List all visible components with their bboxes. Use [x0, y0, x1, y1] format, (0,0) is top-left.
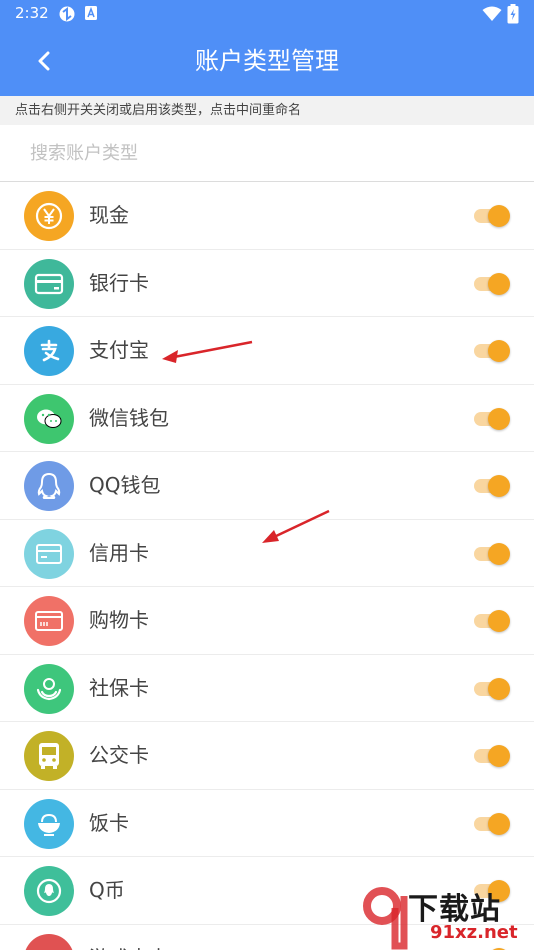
list-item-cash: 现金 — [0, 182, 534, 250]
app-notification-icon — [84, 5, 98, 25]
credit-card-icon — [36, 543, 62, 564]
wechat-icon — [37, 409, 62, 428]
enable-toggle[interactable] — [474, 272, 510, 296]
bus-icon-circle — [24, 731, 74, 781]
search-bar — [0, 125, 534, 182]
account-label[interactable]: Q币 — [89, 857, 125, 924]
enable-toggle[interactable] — [474, 744, 510, 768]
wifi-icon — [482, 6, 502, 26]
wechat-icon-circle — [24, 393, 74, 444]
bus-icon — [39, 743, 59, 769]
shopping-card-icon — [35, 611, 63, 631]
account-type-list: 现金 银行卡 支付宝 微信钱包 QQ钱包 信用卡 购物卡 社保卡 公交卡 饭卡 … — [0, 182, 534, 950]
qcoin-icon-circle — [24, 866, 74, 916]
account-label[interactable]: 社保卡 — [89, 655, 149, 722]
enable-toggle[interactable] — [474, 542, 510, 566]
account-label[interactable]: 公交卡 — [89, 722, 149, 789]
list-item-qq-wallet: QQ钱包 — [0, 452, 534, 520]
account-label[interactable]: 信用卡 — [89, 520, 149, 587]
alipay-icon — [40, 339, 60, 362]
list-item-bus-card: 公交卡 — [0, 722, 534, 790]
account-label[interactable]: 微信钱包 — [89, 385, 169, 452]
qcoin-icon — [36, 878, 62, 904]
account-label[interactable]: QQ钱包 — [89, 452, 160, 519]
account-label[interactable]: 银行卡 — [89, 250, 149, 317]
account-label[interactable]: 购物卡 — [89, 587, 149, 654]
battery-icon — [507, 4, 519, 28]
account-label[interactable]: 游戏点卡 — [89, 925, 169, 950]
bank-card-icon — [34, 273, 64, 294]
watermark-site: 91xz.net — [430, 922, 518, 943]
enable-toggle[interactable] — [474, 609, 510, 633]
search-input[interactable] — [0, 125, 534, 181]
account-label[interactable]: 饭卡 — [89, 790, 129, 857]
status-time: 2:32 — [15, 4, 49, 22]
meal-bowl-icon — [38, 813, 60, 836]
sync-status-icon — [58, 5, 76, 27]
list-item-shopping-card: 购物卡 — [0, 587, 534, 655]
status-bar: 2:32 — [0, 0, 534, 28]
list-item-alipay: 支付宝 — [0, 317, 534, 385]
cash-icon-circle — [24, 191, 74, 241]
usage-hint: 点击右侧开关关闭或启用该类型，点击中间重命名 — [0, 96, 534, 125]
shopping-card-icon-circle — [24, 596, 74, 646]
chevron-left-icon — [38, 51, 50, 71]
account-label[interactable]: 现金 — [89, 182, 129, 249]
bank-card-icon-circle — [24, 258, 74, 309]
enable-toggle[interactable] — [474, 474, 510, 498]
enable-toggle[interactable] — [474, 339, 510, 363]
enable-toggle[interactable] — [474, 407, 510, 431]
alipay-icon-circle — [24, 326, 74, 376]
app-bar: 2:32 账户类型管理 — [0, 0, 534, 96]
meal-bowl-icon-circle — [24, 798, 74, 849]
enable-toggle[interactable] — [474, 812, 510, 836]
back-button[interactable] — [24, 44, 64, 78]
enable-toggle[interactable] — [474, 677, 510, 701]
list-item-wechat-wallet: 微信钱包 — [0, 385, 534, 452]
game-card-icon-circle — [24, 933, 74, 950]
list-item-social-security-card: 社保卡 — [0, 655, 534, 722]
watermark: 下载站 91xz.net — [362, 884, 534, 950]
list-item-bank-card: 银行卡 — [0, 250, 534, 317]
list-item-credit-card: 信用卡 — [0, 520, 534, 587]
watermark-logo-icon — [363, 887, 408, 950]
page-title: 账户类型管理 — [195, 47, 339, 75]
yen-icon — [35, 202, 63, 230]
credit-card-icon-circle — [24, 528, 74, 579]
qq-icon-circle — [24, 461, 74, 511]
social-security-icon — [36, 677, 62, 700]
social-security-icon-circle — [24, 663, 74, 714]
account-label[interactable]: 支付宝 — [89, 317, 149, 384]
enable-toggle[interactable] — [474, 204, 510, 228]
qq-icon — [37, 472, 61, 499]
list-item-meal-card: 饭卡 — [0, 790, 534, 857]
